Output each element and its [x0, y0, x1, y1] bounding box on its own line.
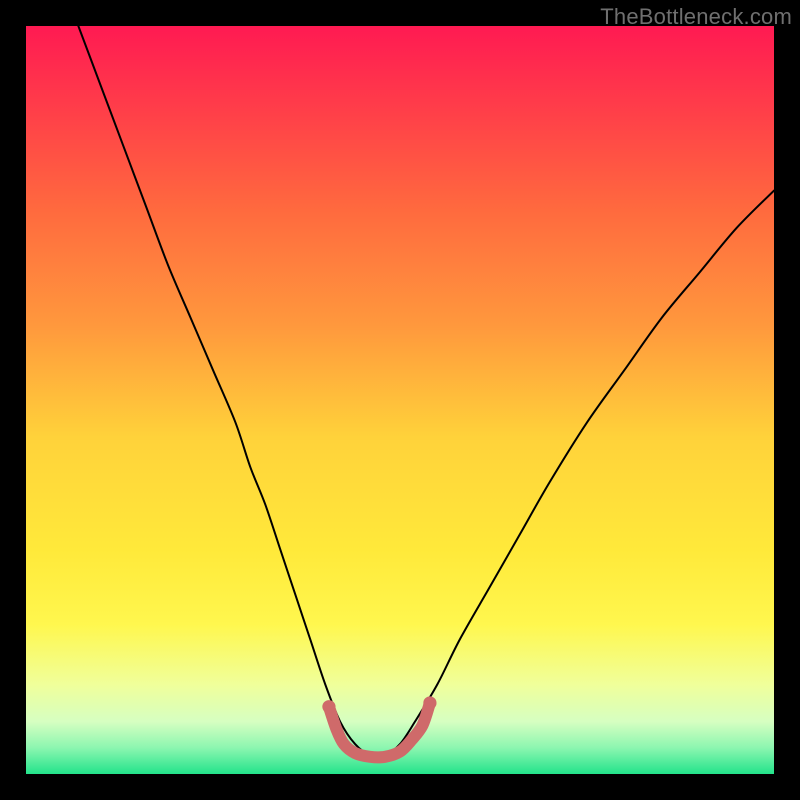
- chart-frame: [26, 26, 774, 774]
- chart-background: [26, 26, 774, 774]
- watermark-text: TheBottleneck.com: [600, 4, 792, 30]
- valley-endpoint: [322, 700, 335, 713]
- valley-endpoint: [423, 696, 436, 709]
- bottleneck-chart: [26, 26, 774, 774]
